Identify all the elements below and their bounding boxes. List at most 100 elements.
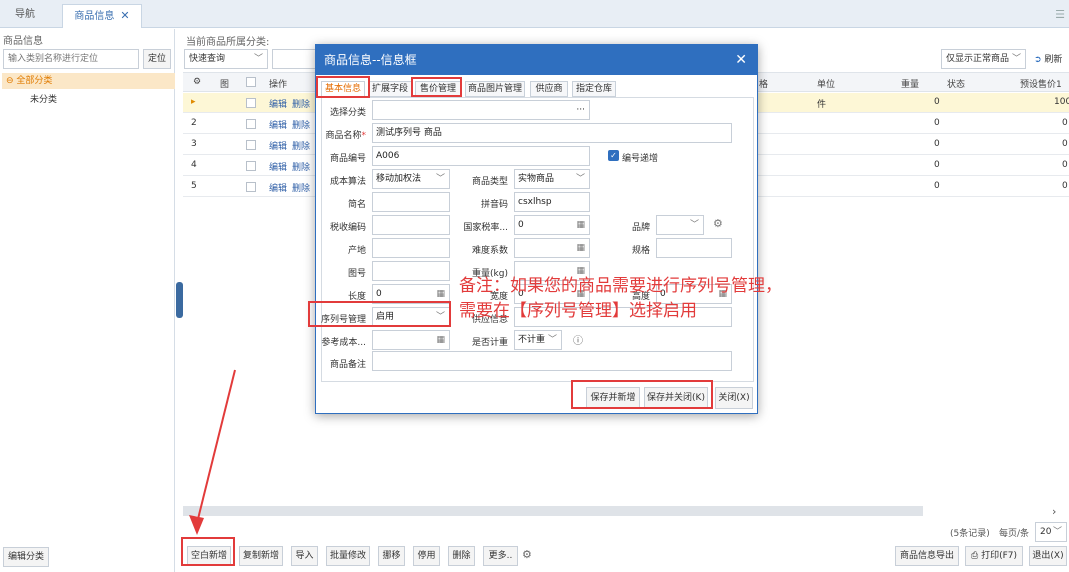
settings-icon[interactable]: ⚙ bbox=[193, 77, 201, 87]
unit-column-header: 单位 bbox=[817, 80, 836, 90]
difficulty-input[interactable] bbox=[514, 238, 590, 258]
weight-cell: 0 bbox=[934, 97, 940, 107]
edit-link[interactable]: 编辑 bbox=[269, 181, 287, 194]
delete-link[interactable]: 删除 bbox=[292, 160, 310, 173]
measure-label: 是否计重 bbox=[471, 338, 508, 348]
delete-link[interactable]: 删除 bbox=[292, 97, 310, 110]
edit-link[interactable]: 编辑 bbox=[269, 139, 287, 152]
info-icon[interactable]: ⓘ bbox=[573, 332, 583, 347]
edit-link[interactable]: 编辑 bbox=[269, 160, 287, 173]
page-size-select[interactable]: 20 bbox=[1035, 522, 1067, 542]
status-filter-select[interactable]: 仅显示正常商品 bbox=[941, 49, 1026, 69]
pinyin-input[interactable]: csxlhsp bbox=[514, 192, 590, 212]
cost-method-label: 成本算法 bbox=[329, 177, 366, 187]
refresh-button[interactable]: ➲ 刷新 bbox=[1034, 52, 1062, 65]
spec-input[interactable] bbox=[656, 238, 732, 258]
edit-category-button[interactable]: 编辑分类 bbox=[3, 547, 49, 567]
category-picker[interactable]: ··· bbox=[372, 100, 590, 120]
exit-button[interactable]: 退出(X) bbox=[1029, 546, 1067, 566]
locate-button[interactable]: 定位 bbox=[143, 49, 171, 69]
goods-code-input[interactable]: A006 bbox=[372, 146, 590, 166]
copy-new-button[interactable]: 复制新增 bbox=[239, 546, 283, 566]
tax-code-input[interactable] bbox=[372, 215, 450, 235]
row-checkbox[interactable] bbox=[246, 140, 256, 150]
tax-code-label: 税收编码 bbox=[329, 223, 366, 233]
category-label: 选择分类 bbox=[329, 108, 366, 118]
scroll-right-icon[interactable]: › bbox=[1052, 505, 1056, 518]
tab-navigation[interactable]: 导航 bbox=[0, 4, 50, 28]
weight-cell: 0 bbox=[934, 160, 940, 170]
tab-price-management[interactable]: 售价管理 bbox=[415, 81, 461, 97]
close-button[interactable]: 关闭(X) bbox=[715, 387, 753, 409]
autoinc-checkbox[interactable]: ✓ bbox=[608, 150, 619, 161]
length-input[interactable]: 0 bbox=[372, 284, 450, 304]
row-checkbox[interactable] bbox=[246, 98, 256, 108]
page-size-label: 每页/条 bbox=[999, 529, 1030, 539]
weight-cell: 0 bbox=[934, 139, 940, 149]
tree-item-all[interactable]: ⊖ 全部分类 bbox=[2, 73, 175, 89]
save-and-new-button[interactable]: 保存并新增 bbox=[586, 387, 640, 409]
short-name-label: 简名 bbox=[347, 200, 366, 210]
autoinc-label: 编号递增 bbox=[622, 154, 659, 164]
print-button[interactable]: ⎙ 打印(F7) bbox=[965, 546, 1023, 566]
row-checkbox[interactable] bbox=[246, 182, 256, 192]
delete-link[interactable]: 删除 bbox=[292, 139, 310, 152]
tax-rate-input[interactable]: 0 bbox=[514, 215, 590, 235]
select-value: 快速查询 bbox=[189, 54, 226, 64]
edit-link[interactable]: 编辑 bbox=[269, 97, 287, 110]
batch-edit-button[interactable]: 批量修改 bbox=[326, 546, 370, 566]
row-number: 5 bbox=[191, 181, 197, 191]
weight-column-header: 重量 bbox=[901, 80, 920, 90]
category-search-input[interactable] bbox=[3, 49, 139, 69]
export-button[interactable]: 商品信息导出 bbox=[895, 546, 959, 566]
move-button[interactable]: 挪移 bbox=[378, 546, 405, 566]
disable-button[interactable]: 停用 bbox=[413, 546, 440, 566]
tab-label: 商品信息 bbox=[74, 11, 115, 22]
row-checkbox[interactable] bbox=[246, 119, 256, 129]
measure-select[interactable]: 不计重 bbox=[514, 330, 562, 350]
delete-button[interactable]: 删除 bbox=[448, 546, 475, 566]
more-button[interactable]: 更多.. bbox=[483, 546, 518, 566]
delete-link[interactable]: 删除 bbox=[292, 118, 310, 131]
tab-images[interactable]: 商品图片管理 bbox=[465, 81, 525, 97]
origin-input[interactable] bbox=[372, 238, 450, 258]
figure-no-input[interactable] bbox=[372, 261, 450, 281]
type-label: 商品类型 bbox=[471, 177, 508, 187]
delete-link[interactable]: 删除 bbox=[292, 181, 310, 194]
settings-icon[interactable]: ⚙ bbox=[522, 548, 532, 561]
short-name-input[interactable] bbox=[372, 192, 450, 212]
close-icon[interactable]: ✕ bbox=[120, 9, 129, 22]
tab-warehouse[interactable]: 指定仓库 bbox=[572, 81, 616, 97]
serial-mgmt-select[interactable]: 启用 bbox=[372, 307, 450, 327]
close-icon[interactable]: ✕ bbox=[735, 45, 747, 75]
tree-item-uncategorized[interactable]: 未分类 bbox=[30, 92, 57, 105]
ops-column-header: 操作 bbox=[269, 80, 288, 90]
query-input[interactable] bbox=[272, 49, 317, 69]
tab-extended-fields[interactable]: 扩展字段 bbox=[368, 81, 412, 97]
tab-label: 导航 bbox=[15, 9, 35, 20]
remark-input[interactable] bbox=[372, 351, 732, 371]
select-all-checkbox[interactable] bbox=[246, 77, 256, 87]
cost-method-select[interactable]: 移动加权法 bbox=[372, 169, 450, 189]
brand-select[interactable] bbox=[656, 215, 704, 235]
edit-link[interactable]: 编辑 bbox=[269, 118, 287, 131]
gear-icon[interactable]: ⚙ bbox=[713, 217, 723, 230]
tax-rate-label: 国家税率... bbox=[463, 223, 508, 233]
row-checkbox[interactable] bbox=[246, 161, 256, 171]
tab-basic-info[interactable]: 基本信息 bbox=[321, 81, 365, 97]
goods-type-select[interactable]: 实物商品 bbox=[514, 169, 590, 189]
quick-query-select[interactable]: 快速查询 bbox=[184, 49, 268, 69]
printer-icon: ⎙ bbox=[970, 551, 979, 561]
status-column-header: 状态 bbox=[947, 80, 966, 90]
goods-name-input[interactable]: 测试序列号 商品 bbox=[372, 123, 732, 143]
horizontal-scrollbar[interactable] bbox=[183, 506, 923, 516]
ref-cost-input[interactable] bbox=[372, 330, 450, 350]
collapse-handle[interactable] bbox=[176, 282, 183, 318]
price-column-header: 预设售价1 bbox=[1020, 80, 1062, 90]
save-and-close-button[interactable]: 保存并关闭(K) bbox=[644, 387, 708, 409]
menu-icon[interactable]: ☰ bbox=[1055, 8, 1065, 21]
tab-goods-info[interactable]: 商品信息 ✕ bbox=[62, 4, 142, 28]
tab-suppliers[interactable]: 供应商 bbox=[530, 81, 568, 97]
blank-new-button[interactable]: 空白新增 bbox=[187, 546, 231, 566]
import-button[interactable]: 导入 bbox=[291, 546, 318, 566]
